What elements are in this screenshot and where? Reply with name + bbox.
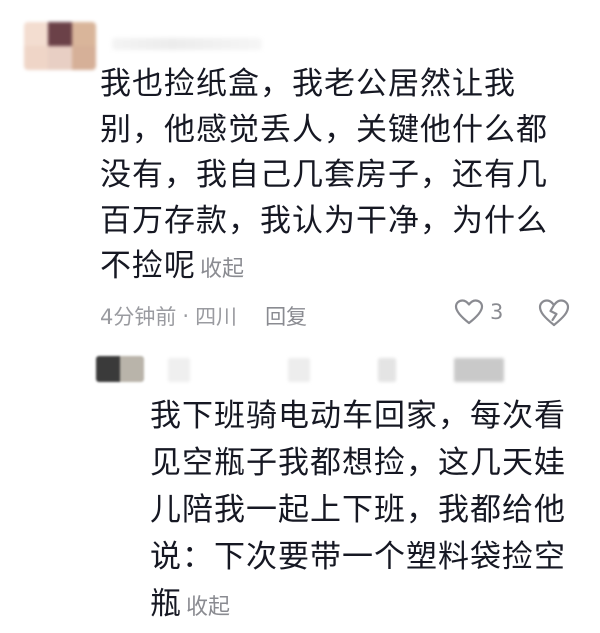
collapse-link[interactable]: 收起 xyxy=(200,257,244,282)
reply-username-blurred[interactable] xyxy=(168,358,190,382)
like-button[interactable]: 3 xyxy=(454,298,503,326)
reply-collapse-link[interactable]: 收起 xyxy=(186,595,230,620)
comment-meta: 4分钟前 · 四川 回复 xyxy=(100,300,307,332)
broken-heart-icon xyxy=(538,299,570,327)
reply-avatar[interactable] xyxy=(96,356,144,382)
heart-outline-icon xyxy=(454,299,484,325)
reply-button[interactable]: 回复 xyxy=(265,301,307,331)
comment-body: 我也捡纸盒，我老公居然让我别，他感觉丢人，关键他什么都没有，我自己几套房子，还有… xyxy=(100,62,570,293)
dislike-button[interactable] xyxy=(538,298,570,332)
meta-separator: · xyxy=(182,304,190,328)
reply-text: 我下班骑电动车回家，每次看见空瓶子我都想捡，这几天娃儿陪我一起上下班，我都给他说… xyxy=(150,398,566,622)
avatar[interactable] xyxy=(24,22,96,70)
comment-time: 4分钟前 xyxy=(100,305,177,329)
comment-location: 四川 xyxy=(195,305,238,329)
reply-body: 我下班骑电动车回家，每次看见空瓶子我都想捡，这几天娃儿陪我一起上下班，我都给他说… xyxy=(150,393,580,631)
like-count: 3 xyxy=(490,300,504,324)
username-blurred[interactable] xyxy=(112,38,262,50)
comment-text: 我也捡纸盒，我老公居然让我别，他感觉丢人，关键他什么都没有，我自己几套房子，还有… xyxy=(100,66,548,284)
reply-username-blurred-3 xyxy=(378,358,396,382)
reply-username-blurred-2 xyxy=(288,358,310,382)
reply-username-blurred-4 xyxy=(454,358,504,382)
